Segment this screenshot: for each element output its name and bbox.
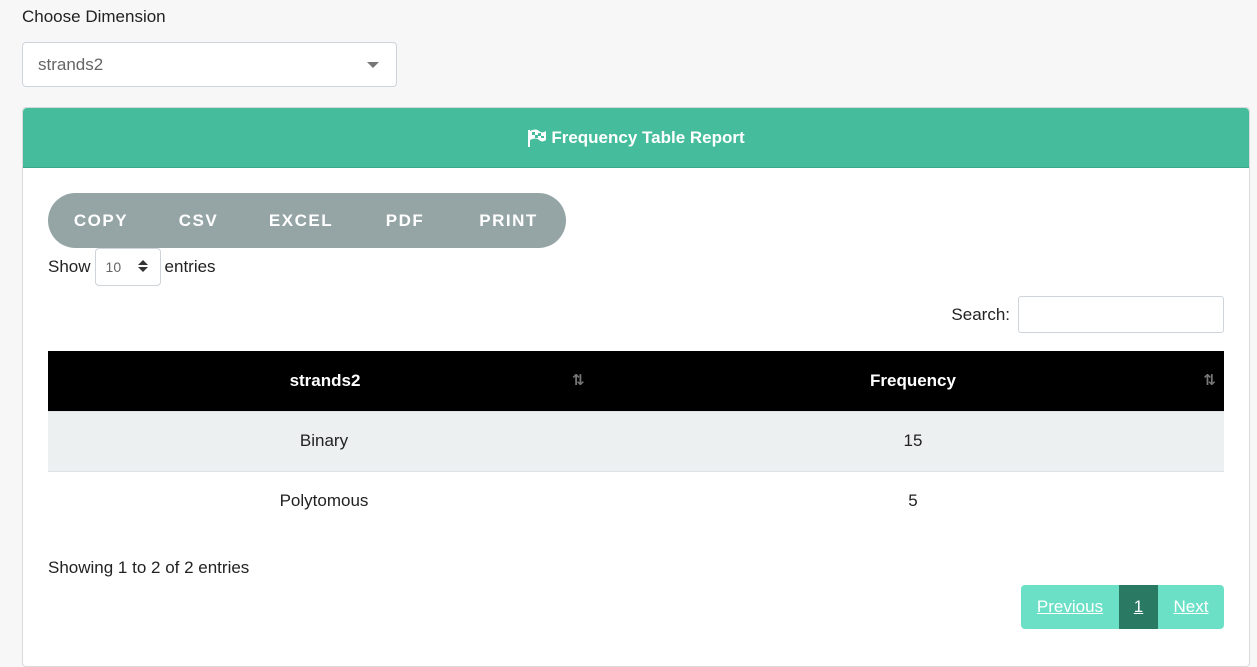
previous-page-button[interactable]: Previous: [1021, 585, 1119, 629]
column-header-frequency[interactable]: Frequency ⇅: [602, 351, 1224, 411]
report-header: Frequency Table Report: [23, 108, 1249, 168]
dimension-select[interactable]: strands2: [22, 42, 397, 87]
table-cell: 5: [908, 491, 918, 511]
table-cell: 15: [903, 431, 923, 450]
pagination: Previous 1 Next: [1021, 585, 1224, 629]
length-control: Show 10 entries: [48, 248, 216, 286]
dimension-label: Choose Dimension: [22, 7, 166, 26]
table-row: Polytomous 5: [48, 471, 1224, 531]
report-card: Frequency Table Report COPY CSV EXCEL PD…: [22, 107, 1250, 667]
column-header-label: strands2: [289, 370, 361, 390]
table-cell: Polytomous: [279, 491, 369, 511]
search-control: Search:: [951, 296, 1224, 333]
entries-label: entries: [164, 257, 216, 276]
csv-button[interactable]: CSV: [154, 193, 243, 248]
print-button[interactable]: PRINT: [451, 193, 566, 248]
table-cell: Binary: [299, 431, 349, 450]
show-label: Show: [48, 257, 91, 276]
search-label: Search:: [951, 304, 1010, 324]
entries-length-select[interactable]: 10: [94, 248, 161, 286]
export-buttons: COPY CSV EXCEL PDF PRINT: [48, 193, 566, 248]
caret-down-icon: [367, 62, 379, 68]
excel-button[interactable]: EXCEL: [243, 193, 359, 248]
table-row: Binary 15: [48, 411, 1224, 471]
column-header-label: Frequency: [870, 370, 956, 390]
entries-length-value: 10: [105, 259, 122, 275]
next-page-button[interactable]: Next: [1158, 585, 1224, 629]
table-info: Showing 1 to 2 of 2 entries: [48, 558, 250, 577]
report-title: Frequency Table Report: [551, 127, 745, 147]
frequency-table: strands2 ⇅ Frequency ⇅ Binary 15 Polytom…: [48, 351, 1224, 531]
table-header-row: strands2 ⇅ Frequency ⇅: [48, 351, 1224, 411]
copy-button[interactable]: COPY: [48, 193, 154, 248]
column-header-strands2[interactable]: strands2 ⇅: [48, 351, 602, 411]
sort-updown-icon: [137, 260, 148, 272]
search-input[interactable]: [1018, 296, 1224, 333]
pdf-button[interactable]: PDF: [359, 193, 451, 248]
page-1-button[interactable]: 1: [1119, 585, 1158, 629]
sort-icon: ⇅: [572, 372, 585, 389]
flag-checkered-icon: [527, 129, 547, 147]
sort-icon: ⇅: [1203, 372, 1216, 389]
dimension-select-value: strands2: [38, 54, 104, 74]
